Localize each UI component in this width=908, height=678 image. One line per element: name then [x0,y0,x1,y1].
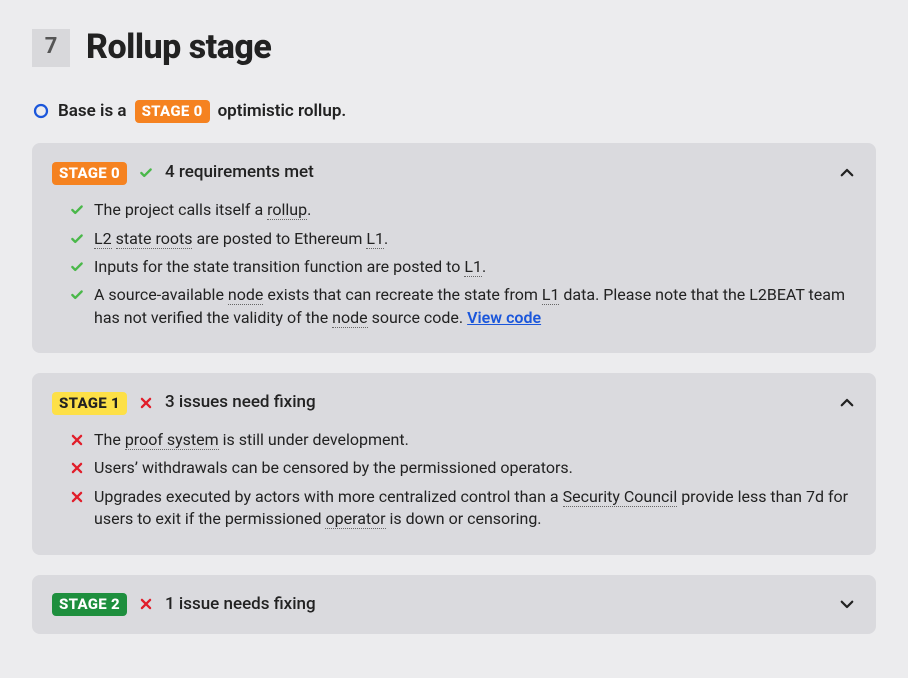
stage-card-header[interactable]: STAGE 1 3 issues need fixing [52,391,856,415]
check-icon [70,260,84,274]
stage-summary: 4 requirements met [165,161,826,185]
stage-item: Users’ withdrawals can be censored by th… [70,457,856,479]
stage-item: The project calls itself a rollup. [70,199,856,221]
glossary-term[interactable]: node [332,308,367,328]
glossary-term[interactable]: L1 [542,285,560,305]
stage-item: A source-available node exists that can … [70,284,856,329]
glossary-term[interactable]: L1 [366,229,384,249]
glossary-term[interactable]: Security Council [563,487,678,507]
x-icon [70,461,84,475]
glossary-term[interactable]: operator [325,509,385,529]
section-title: Rollup stage [86,24,271,72]
stage-card-header[interactable]: STAGE 2 1 issue needs fixing [52,593,856,617]
stage-item: Inputs for the state transition function… [70,256,856,278]
check-icon [70,288,84,302]
stage-item: Upgrades executed by actors with more ce… [70,486,856,531]
x-icon [70,433,84,447]
chevron-up-icon [838,164,856,182]
chevron-up-icon [838,394,856,412]
section-header: 7 Rollup stage [32,24,876,72]
stage-badge: STAGE 0 [52,162,127,185]
rollup-type-icon [32,102,50,120]
view-code-link[interactable]: View code [467,308,541,327]
glossary-term[interactable]: proof system [125,430,219,450]
stage-item-text: Inputs for the state transition function… [94,256,856,278]
stage-card: STAGE 2 1 issue needs fixing [32,575,876,635]
glossary-term[interactable]: state roots [116,229,193,249]
x-icon [139,396,153,410]
stage-item-text: The project calls itself a rollup. [94,199,856,221]
glossary-term[interactable]: L1 [464,257,482,277]
intro-line: Base is a STAGE 0 optimistic rollup. [32,100,876,124]
stage-summary: 1 issue needs fixing [165,593,826,617]
check-icon [70,232,84,246]
stage-card-header[interactable]: STAGE 0 4 requirements met [52,161,856,185]
glossary-term[interactable]: rollup [267,200,307,220]
stage-summary: 3 issues need fixing [165,391,826,415]
stage-card: STAGE 0 4 requirements met The project cal… [32,143,876,353]
x-icon [139,597,153,611]
check-icon [139,166,153,180]
stage-item-text: A source-available node exists that can … [94,284,856,329]
intro-prefix: Base is a [58,100,127,124]
stage-item-text: L2 state roots are posted to Ethereum L1… [94,228,856,250]
stage-item-text: The proof system is still under developm… [94,429,856,451]
stage-item-text: Upgrades executed by actors with more ce… [94,486,856,531]
stage-item: The proof system is still under developm… [70,429,856,451]
stage-badge: STAGE 2 [52,593,127,616]
stage-badge: STAGE 1 [52,392,127,415]
check-icon [70,203,84,217]
stage-card: STAGE 1 3 issues need fixing The proof sys… [32,373,876,554]
glossary-term[interactable]: L2 [94,229,112,249]
stage-item-list: The proof system is still under developm… [52,429,856,531]
chevron-down-icon [838,595,856,613]
intro-stage-badge: STAGE 0 [135,100,210,123]
intro-suffix: optimistic rollup. [218,100,347,124]
x-icon [70,490,84,504]
stage-item-list: The project calls itself a rollup. L2 sta… [52,199,856,329]
glossary-term[interactable]: node [228,285,263,305]
stage-item: L2 state roots are posted to Ethereum L1… [70,228,856,250]
stage-item-text: Users’ withdrawals can be censored by th… [94,457,856,479]
section-number-badge: 7 [32,29,70,67]
